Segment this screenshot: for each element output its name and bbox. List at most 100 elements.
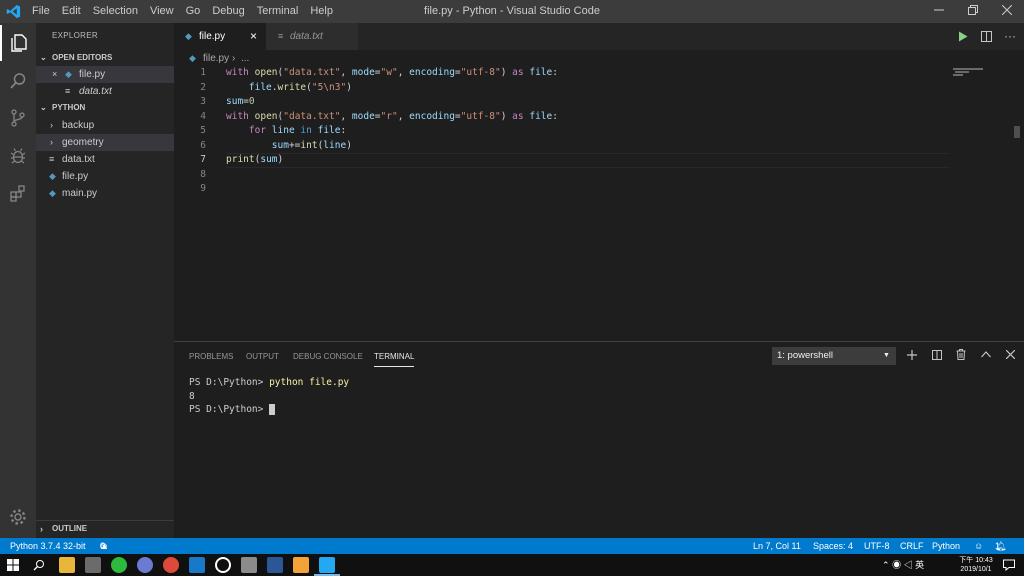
- run-icon[interactable]: [958, 31, 968, 42]
- indentation[interactable]: Spaces: 4: [813, 538, 853, 554]
- tab-terminal[interactable]: TERMINAL: [374, 351, 415, 367]
- mail-icon[interactable]: [189, 557, 205, 573]
- trash-icon[interactable]: [956, 349, 966, 360]
- terminal-line[interactable]: PS D:\Python>: [189, 404, 276, 415]
- menu-edit[interactable]: Edit: [56, 0, 87, 23]
- code-line: with open("data.txt", mode="w", encoding…: [226, 67, 558, 78]
- tree-item-backup[interactable]: › backup: [36, 117, 174, 134]
- language-mode[interactable]: Python: [932, 538, 960, 554]
- restore-button[interactable]: [956, 0, 990, 23]
- title-bar: File Edit Selection View Go Debug Termin…: [0, 0, 1024, 23]
- outline-section[interactable]: › OUTLINE: [36, 520, 174, 537]
- clock-time: 下午 10:43: [959, 557, 993, 564]
- search-activity[interactable]: [0, 63, 36, 99]
- python-folder-section[interactable]: ⌄ PYTHON: [36, 100, 174, 116]
- code-editor[interactable]: 1 2 3 4 5 6 7 8 9 with open("data.txt", …: [174, 66, 1020, 341]
- action-center-icon[interactable]: [1003, 559, 1015, 571]
- close-icon[interactable]: [1006, 350, 1015, 359]
- tab-file-py[interactable]: ◆ file.py ×: [174, 23, 266, 50]
- chevron-down-icon: ⌄: [40, 53, 47, 62]
- vscode-taskbar-icon[interactable]: [319, 557, 335, 573]
- manage-activity[interactable]: [0, 499, 36, 535]
- tab-debug-console[interactable]: DEBUG CONSOLE: [293, 351, 363, 363]
- windows-start-icon[interactable]: [7, 559, 19, 571]
- line-app-icon[interactable]: [111, 557, 127, 573]
- close-icon[interactable]: ×: [52, 66, 57, 83]
- end-of-line[interactable]: CRLF: [900, 538, 924, 554]
- open-editors-section[interactable]: ⌄ OPEN EDITORS: [36, 50, 174, 66]
- app-circle-icon[interactable]: [215, 557, 231, 573]
- tree-item-file-py[interactable]: ◆ file.py: [36, 168, 174, 185]
- feedback-icon[interactable]: ☺: [974, 538, 983, 554]
- menu-file[interactable]: File: [26, 0, 56, 23]
- terminal-cursor: [269, 404, 276, 415]
- tree-item-geometry[interactable]: › geometry: [36, 134, 174, 151]
- open-editor-item[interactable]: ≡ data.txt: [36, 83, 174, 100]
- line-number: 6: [200, 139, 206, 151]
- system-tray[interactable]: ⌃ ◉ ◁ 英: [882, 554, 942, 576]
- tab-data-txt[interactable]: ≡ data.txt: [266, 23, 358, 50]
- menu-go[interactable]: Go: [180, 0, 207, 23]
- discord-icon[interactable]: [137, 557, 153, 573]
- minimize-button[interactable]: [922, 0, 956, 23]
- more-actions-icon[interactable]: ···: [1004, 23, 1016, 50]
- code-line: file.write("5\n3"): [248, 81, 352, 93]
- plus-icon[interactable]: [907, 350, 917, 360]
- breadcrumb-file[interactable]: file.py: [203, 50, 229, 67]
- debug-activity[interactable]: [0, 138, 36, 174]
- explorer-activity[interactable]: [0, 25, 36, 61]
- chrome-icon[interactable]: [163, 557, 179, 573]
- menu-debug[interactable]: Debug: [206, 0, 250, 23]
- line-number: 5: [200, 125, 206, 136]
- python-interpreter[interactable]: Python 3.7.4 32-bit: [10, 538, 86, 554]
- clock[interactable]: 下午 10:43 2019/10/1: [956, 556, 996, 574]
- menu-selection[interactable]: Selection: [87, 0, 144, 23]
- notes-app-icon[interactable]: [293, 557, 309, 573]
- code-line: sum=0: [226, 96, 255, 107]
- files-icon: [11, 34, 27, 52]
- menu-terminal[interactable]: Terminal: [251, 0, 305, 23]
- chevron-up-icon[interactable]: [981, 351, 991, 358]
- app-diamond-icon[interactable]: [241, 557, 257, 573]
- tree-item-label: file.py: [62, 171, 89, 182]
- split-editor-icon[interactable]: [981, 31, 992, 42]
- chevron-right-icon: ›: [50, 137, 53, 147]
- open-editor-item[interactable]: × ◆ file.py: [36, 66, 174, 83]
- tab-output[interactable]: OUTPUT: [246, 351, 279, 363]
- file-explorer-icon[interactable]: [59, 557, 75, 573]
- media-player-icon[interactable]: [85, 557, 101, 573]
- minimize-icon: [934, 9, 944, 11]
- tab-problems[interactable]: PROBLEMS: [189, 351, 233, 363]
- minimap[interactable]: [950, 66, 1010, 341]
- word-icon[interactable]: [267, 557, 283, 573]
- close-window-button[interactable]: [990, 0, 1024, 23]
- extensions-activity[interactable]: [0, 175, 36, 211]
- terminal-select[interactable]: 1: powershell ▼: [772, 347, 896, 365]
- source-control-activity[interactable]: [0, 100, 36, 136]
- open-editors-label: OPEN EDITORS: [52, 53, 113, 62]
- ime-indicator[interactable]: 英: [915, 560, 924, 570]
- bottom-panel: PROBLEMS OUTPUT DEBUG CONSOLE TERMINAL 1…: [174, 341, 1024, 539]
- text-file-icon: ≡: [49, 154, 55, 164]
- breadcrumb-symbols[interactable]: ...: [241, 50, 249, 67]
- python-file-icon: ◆: [65, 69, 72, 79]
- file-encoding[interactable]: UTF-8: [864, 538, 890, 554]
- cursor-position[interactable]: Ln 7, Col 11: [753, 538, 801, 554]
- menu-help[interactable]: Help: [304, 0, 339, 23]
- vscode-logo-icon: [6, 4, 21, 19]
- split-terminal-icon[interactable]: [932, 350, 942, 360]
- tree-item-data-txt[interactable]: ≡ data.txt: [36, 151, 174, 168]
- tree-item-main-py[interactable]: ◆ main.py: [36, 185, 174, 202]
- text-file-icon: ≡: [65, 86, 71, 96]
- close-icon: [1001, 4, 1013, 16]
- terminal-line: 8: [189, 391, 195, 402]
- close-icon[interactable]: ×: [250, 23, 257, 50]
- code-line: for line in file:: [248, 125, 347, 136]
- line-number: 3: [200, 96, 206, 107]
- menu-view[interactable]: View: [144, 0, 180, 23]
- terminal-output: 8: [189, 390, 195, 402]
- scrollbar-thumb[interactable]: [1014, 126, 1020, 138]
- terminal-command: python file.py: [269, 377, 350, 388]
- search-icon[interactable]: [33, 559, 45, 571]
- chevron-up-icon: ⌃: [882, 560, 890, 570]
